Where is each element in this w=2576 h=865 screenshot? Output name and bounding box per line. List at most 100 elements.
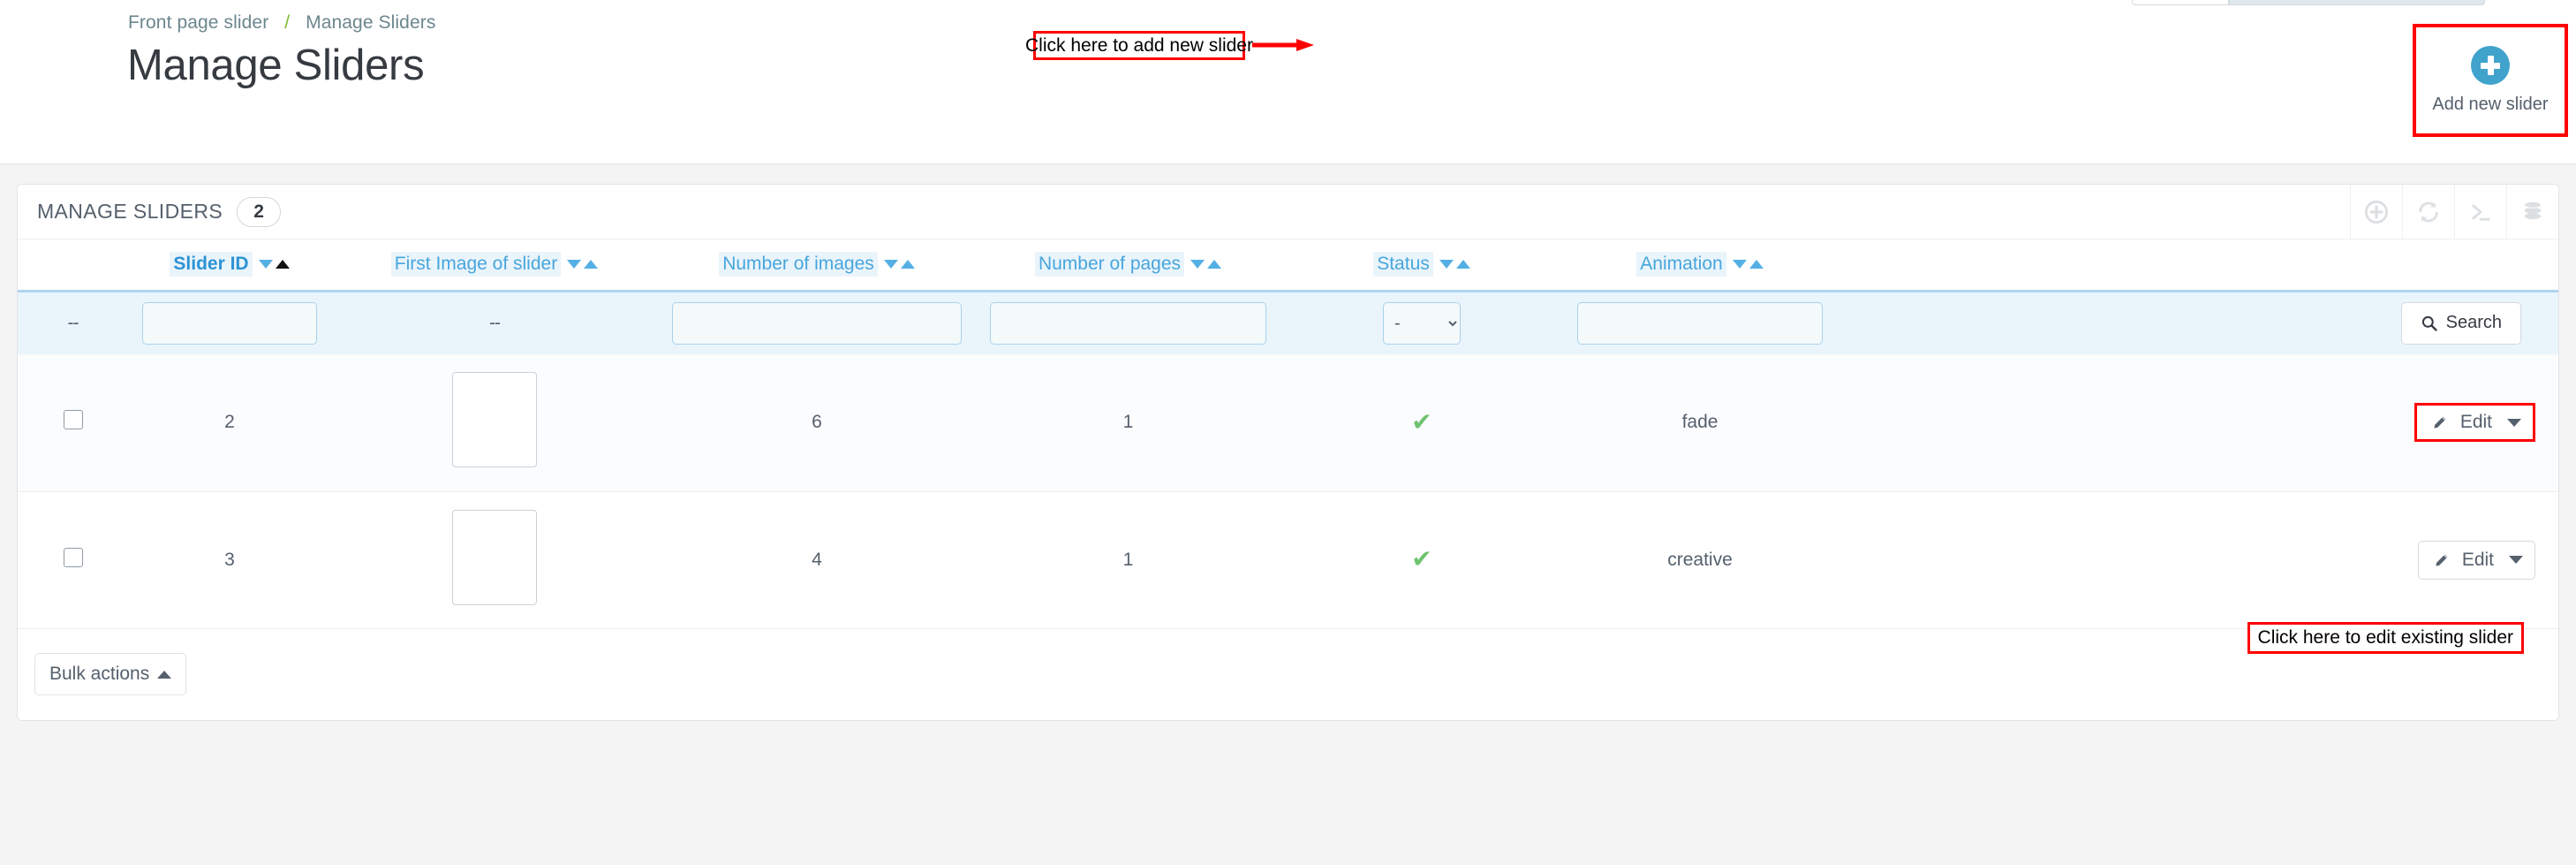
filter-cell-first-image: -- bbox=[331, 289, 658, 354]
partial-input-field[interactable] bbox=[2229, 0, 2485, 5]
filter-cell-search: Search bbox=[1837, 289, 2558, 354]
slider-thumbnail[interactable] bbox=[452, 372, 537, 468]
slider-thumbnail[interactable] bbox=[452, 509, 537, 605]
filter-number-of-images-input[interactable] bbox=[672, 301, 962, 345]
column-header-status-label[interactable]: Status bbox=[1373, 252, 1433, 277]
column-header-checkbox bbox=[18, 239, 128, 291]
add-icon-glyph bbox=[2364, 200, 2389, 224]
bulk-actions-button[interactable]: Bulk actions bbox=[34, 653, 187, 695]
sort-asc-icon[interactable] bbox=[1207, 260, 1222, 269]
cell-status: ✔ bbox=[1280, 354, 1563, 492]
refresh-icon[interactable] bbox=[2402, 185, 2454, 239]
column-header-number-of-pages-label[interactable]: Number of pages bbox=[1034, 252, 1185, 277]
sort-arrows-animation bbox=[1732, 260, 1764, 269]
annotation-add-new-slider: Click here to add new slider bbox=[1025, 31, 1253, 60]
pencil-icon bbox=[2436, 554, 2448, 566]
column-header-number-of-pages[interactable]: Number of pages bbox=[976, 239, 1280, 291]
sort-desc-icon[interactable] bbox=[1190, 260, 1205, 269]
cell-actions: Edit bbox=[1837, 491, 2558, 629]
filter-cell-status: - bbox=[1280, 289, 1563, 354]
row-select-checkbox[interactable] bbox=[63, 410, 83, 430]
panel-heading: MANAGE SLIDERS 2 bbox=[18, 185, 2558, 239]
cell-slider-id: 3 bbox=[128, 491, 331, 629]
breadcrumb: Front page slider / Manage Sliders bbox=[128, 12, 435, 34]
table-head: Slider ID First Image of slider Number o… bbox=[18, 239, 2558, 354]
sort-arrows-first-image bbox=[567, 260, 599, 269]
cell-animation: fade bbox=[1563, 354, 1837, 492]
filter-status-select[interactable]: - bbox=[1383, 301, 1461, 345]
sort-asc-icon[interactable] bbox=[584, 260, 599, 269]
table-row[interactable]: 2 6 1 ✔ fade Edit bbox=[18, 354, 2558, 492]
search-button-label: Search bbox=[2445, 313, 2502, 333]
edit-button-label: Edit bbox=[2459, 412, 2492, 433]
annotation-edit-existing-slider: Click here to edit existing slider bbox=[2247, 622, 2524, 654]
chevron-down-icon[interactable] bbox=[2509, 556, 2523, 564]
cell-number-of-images: 4 bbox=[658, 491, 976, 629]
add-new-slider-button[interactable]: Add new slider bbox=[2413, 24, 2568, 137]
column-header-first-image-label[interactable]: First Image of slider bbox=[390, 252, 562, 277]
filter-animation-input[interactable] bbox=[1577, 301, 1823, 345]
filter-slider-id-input[interactable] bbox=[142, 301, 317, 345]
search-icon bbox=[2421, 315, 2437, 331]
column-header-status[interactable]: Status bbox=[1280, 239, 1563, 291]
terminal-icon-glyph bbox=[2472, 204, 2490, 221]
database-icon[interactable] bbox=[2506, 185, 2558, 239]
panel-title: MANAGE SLIDERS bbox=[37, 200, 223, 223]
breadcrumb-parent[interactable]: Front page slider bbox=[128, 12, 268, 33]
column-header-number-of-images-label[interactable]: Number of images bbox=[719, 252, 878, 277]
column-header-number-of-images[interactable]: Number of images bbox=[658, 239, 976, 291]
column-header-animation-label[interactable]: Animation bbox=[1636, 252, 1726, 277]
sort-desc-icon[interactable] bbox=[258, 260, 273, 269]
sort-asc-icon[interactable] bbox=[275, 260, 290, 269]
cell-first-image bbox=[331, 354, 658, 492]
filter-cell-number-of-images bbox=[658, 289, 976, 354]
filter-cell-slider-id bbox=[128, 289, 331, 354]
column-header-slider-id[interactable]: Slider ID bbox=[128, 239, 331, 291]
slider-count-badge: 2 bbox=[237, 196, 282, 227]
status-enabled-check-icon: ✔ bbox=[1411, 545, 1432, 573]
edit-button[interactable]: Edit bbox=[2414, 403, 2535, 443]
column-header-animation[interactable]: Animation bbox=[1563, 239, 1837, 291]
table-row[interactable]: 3 4 1 ✔ creative Edit bbox=[18, 491, 2558, 629]
sliders-table: Slider ID First Image of slider Number o… bbox=[18, 239, 2558, 629]
sort-desc-icon[interactable] bbox=[883, 260, 898, 269]
chevron-down-icon[interactable] bbox=[2507, 418, 2521, 427]
database-icon-glyph bbox=[2524, 201, 2542, 219]
table-header-row: Slider ID First Image of slider Number o… bbox=[18, 239, 2558, 291]
terminal-icon[interactable] bbox=[2454, 185, 2506, 239]
sort-arrows-slider-id bbox=[258, 260, 290, 269]
row-select-checkbox[interactable] bbox=[63, 547, 83, 567]
manage-sliders-panel: MANAGE SLIDERS 2 Slider ID First Image o… bbox=[17, 184, 2559, 721]
sort-arrows-number-of-pages bbox=[1190, 260, 1222, 269]
sort-desc-icon[interactable] bbox=[1732, 260, 1747, 269]
breadcrumb-separator: / bbox=[284, 12, 291, 33]
sort-asc-icon[interactable] bbox=[1749, 260, 1764, 269]
panel-footer: Bulk actions bbox=[18, 628, 2558, 720]
annotation-arrow-icon bbox=[1252, 39, 1314, 51]
page-header: Front page slider / Manage Sliders Manag… bbox=[0, 0, 2576, 164]
cell-number-of-images: 6 bbox=[658, 354, 976, 492]
column-header-slider-id-label[interactable]: Slider ID bbox=[170, 252, 253, 277]
search-button[interactable]: Search bbox=[2400, 301, 2521, 345]
sort-desc-icon[interactable] bbox=[567, 260, 582, 269]
edit-button[interactable]: Edit bbox=[2417, 540, 2535, 580]
filter-number-of-pages-input[interactable] bbox=[990, 301, 1266, 345]
cell-actions: Edit bbox=[1837, 354, 2558, 492]
pencil-icon bbox=[2434, 416, 2446, 429]
sort-asc-icon[interactable] bbox=[1455, 260, 1470, 269]
filter-first-image-dash: -- bbox=[489, 312, 501, 333]
cell-animation: creative bbox=[1563, 491, 1837, 629]
refresh-icon-glyph bbox=[2419, 201, 2438, 222]
add-new-slider-label: Add new slider bbox=[2432, 95, 2549, 114]
status-enabled-check-icon: ✔ bbox=[1411, 407, 1432, 436]
column-header-first-image[interactable]: First Image of slider bbox=[331, 239, 658, 291]
partial-input-prefix[interactable] bbox=[2132, 0, 2229, 5]
breadcrumb-current: Manage Sliders bbox=[306, 12, 436, 33]
sort-desc-icon[interactable] bbox=[1439, 260, 1454, 269]
panel-heading-tools bbox=[2350, 185, 2558, 239]
sort-asc-icon[interactable] bbox=[900, 260, 915, 269]
filter-cell-checkbox: -- bbox=[18, 289, 128, 354]
row-checkbox-cell bbox=[18, 354, 128, 492]
add-icon[interactable] bbox=[2350, 185, 2402, 239]
cell-slider-id: 2 bbox=[128, 354, 331, 492]
